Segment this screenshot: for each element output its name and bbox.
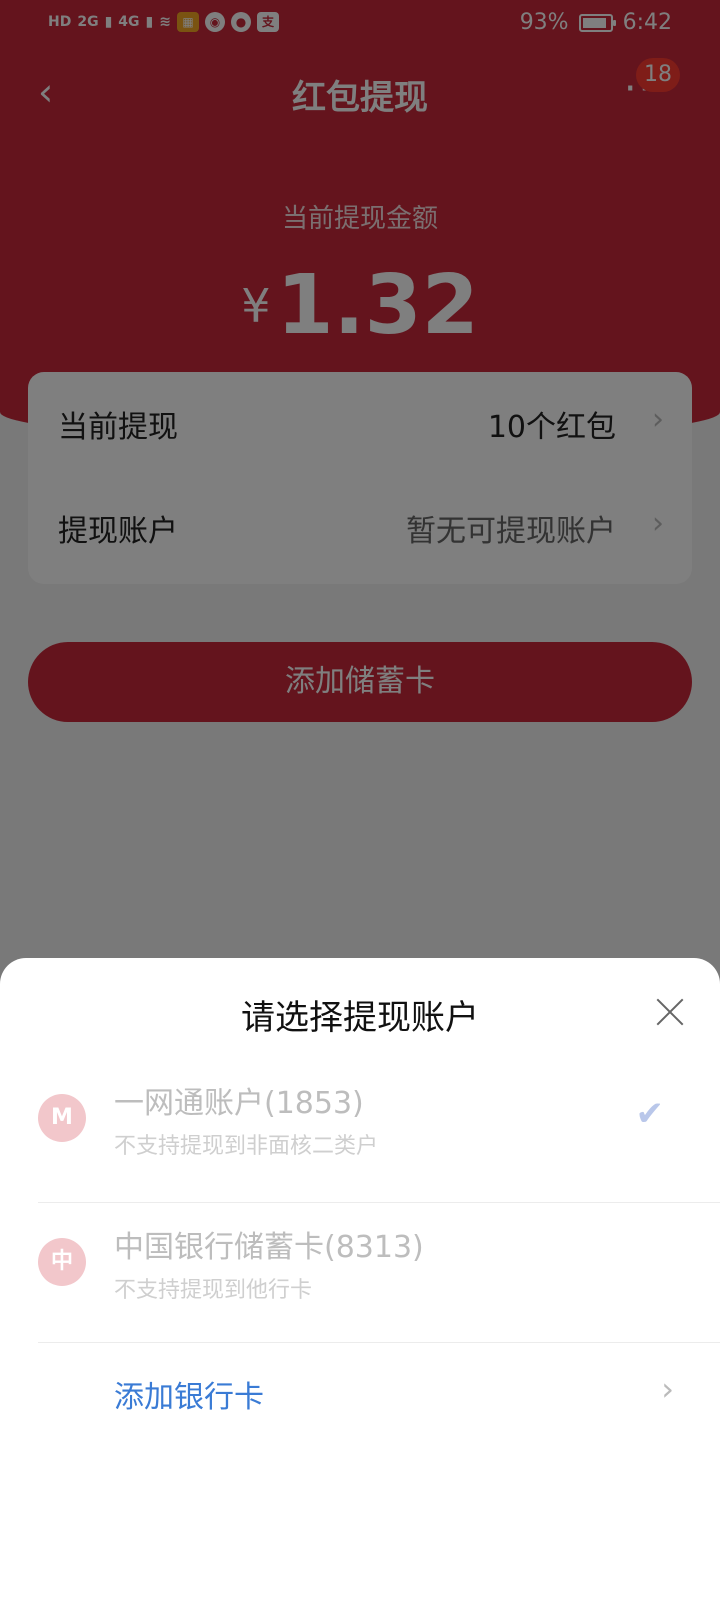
cmb-logo-icon: M xyxy=(38,1094,86,1142)
account-note: 不支持提现到非面核二类户 xyxy=(114,1134,379,1159)
account-picker-sheet: 请选择提现账户 M 一网通账户(1853) 不支持提现到非面核二类户 ✔ 中 中… xyxy=(0,958,720,1600)
add-bank-card-label: 添加银行卡 xyxy=(114,1380,264,1415)
sheet-title: 请选择提现账户 xyxy=(241,998,479,1038)
add-bank-card-row[interactable]: 添加银行卡 › xyxy=(0,1342,720,1452)
checkmark-icon: ✔ xyxy=(635,1094,665,1134)
boc-logo-icon: 中 xyxy=(38,1238,86,1286)
screen: HD 2G ▮ 4G ▮ ≋ ▦ ◉ ● 支 93% 6:42 ‹ 红包提现 ·… xyxy=(0,0,720,1600)
account-name: 中国银行储蓄卡(8313) xyxy=(114,1230,424,1265)
chevron-right-icon: › xyxy=(661,1370,674,1408)
account-option[interactable]: 中 中国银行储蓄卡(8313) 不支持提现到他行卡 xyxy=(0,1202,720,1342)
close-icon[interactable] xyxy=(650,992,690,1032)
account-name: 一网通账户(1853) xyxy=(114,1086,364,1121)
account-option[interactable]: M 一网通账户(1853) 不支持提现到非面核二类户 ✔ xyxy=(0,1058,720,1198)
account-note: 不支持提现到他行卡 xyxy=(114,1278,313,1303)
